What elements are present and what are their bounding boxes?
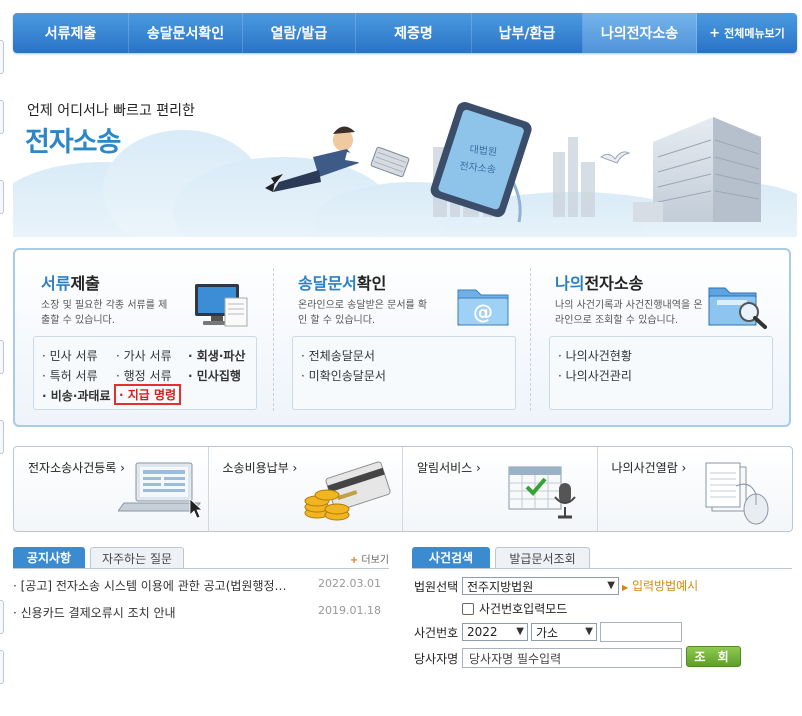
link-non-contentious-fines[interactable]: · 비송·과태료	[42, 387, 111, 404]
service-desc-documents: 소장 및 필요한 각종 서류를 제출할 수 있습니다.	[41, 300, 168, 326]
svg-text:@: @	[473, 300, 493, 324]
service-column-documents: 서류제출 소장 및 필요한 각종 서류를 제출할 수 있습니다. · 민사 서류…	[15, 250, 273, 425]
nav-certificates[interactable]: 제증명	[356, 13, 472, 53]
left-side-rail	[0, 0, 5, 716]
left-rail-tab[interactable]	[0, 180, 4, 214]
quick-label: 소송비용납부 ›	[222, 461, 298, 475]
nav-view-issue[interactable]: 열람/발급	[243, 13, 356, 53]
plus-icon: +	[709, 25, 721, 41]
tab-notices[interactable]: 공지사항	[13, 547, 85, 568]
monitor-document-icon	[195, 284, 248, 327]
calendar-microphone-icon	[508, 466, 576, 519]
court-select-label: 법원선택	[414, 580, 459, 594]
case-number-label: 사건번호	[414, 626, 459, 640]
left-rail-tab[interactable]	[0, 420, 4, 454]
main-navigation: 서류제출 송달문서확인 열람/발급 제증명 납부/환급 나의전자소송 + 전체메…	[13, 13, 797, 53]
quick-litigation-cost-payment[interactable]: 소송비용납부 ›	[209, 447, 403, 531]
hero-illustration: 대법원 전자소송	[13, 102, 797, 237]
hero-title: 전자소송	[25, 127, 121, 158]
link-my-case-management[interactable]: · 나의사건관리	[558, 367, 632, 384]
link-civil-documents[interactable]: · 민사 서류	[42, 347, 98, 364]
tab-underline	[13, 568, 389, 569]
search-button[interactable]: 조 회	[686, 646, 741, 667]
link-patent-documents[interactable]: · 특허 서류	[42, 367, 98, 384]
tab-case-search[interactable]: 사건검색	[412, 547, 490, 568]
tab-faq[interactable]: 자주하는 질문	[90, 547, 184, 568]
party-name-input[interactable]: 당사자명 필수입력	[462, 648, 682, 668]
link-rehabilitation-bankruptcy[interactable]: · 회생·파산	[188, 347, 245, 364]
plus-icon: +	[349, 555, 359, 566]
quick-case-registration[interactable]: 전자소송사건등록 ›	[14, 447, 209, 531]
quick-label: 알림서비스 ›	[417, 461, 481, 475]
service-desc-service-check: 온라인으로 송달받은 문서를 확인 할 수 있습니다.	[298, 300, 428, 326]
triangle-right-icon: ▶	[622, 583, 629, 592]
nav-document-submission[interactable]: 서류제출	[13, 13, 129, 53]
case-type-select[interactable]: 가소 ▼	[531, 623, 597, 641]
more-link[interactable]: + 더보기	[350, 551, 389, 566]
notice-board: 공지사항 자주하는 질문 + 더보기 · [공고] 전자소송 시스템 이용에 관…	[13, 547, 389, 637]
service-links-my-litigation: · 나의사건현황 · 나의사건관리	[549, 336, 773, 410]
notice-title[interactable]: · [공고] 전자소송 시스템 이용에 관한 공고(법원행정…	[13, 577, 313, 594]
left-rail-tab[interactable]	[0, 340, 4, 374]
hero-subtitle: 언제 어디서나 빠르고 편리한	[27, 103, 195, 119]
tab-issued-document-lookup[interactable]: 발급문서조회	[495, 547, 590, 568]
quick-notification-service[interactable]: 알림서비스 ›	[403, 447, 598, 531]
chevron-down-icon: ▼	[585, 626, 593, 637]
hero-banner: 대법원 전자소송 언제 어디서나 빠르고 편리한 전자소송	[13, 62, 797, 237]
chevron-down-icon: ▼	[516, 626, 524, 637]
link-all-service-documents[interactable]: · 전체송달문서	[301, 347, 375, 364]
notice-date: 2019.01.18	[318, 604, 381, 617]
coins-card-icon	[304, 461, 391, 521]
case-number-mode-checkbox[interactable]	[462, 603, 474, 615]
chevron-down-icon: ▼	[607, 580, 615, 591]
service-title-documents[interactable]: 서류제출	[41, 270, 100, 294]
service-column-my-litigation: 나의전자소송 나의 사건기록과 사건진행내역을 온라인으로 조회할 수 있습니다…	[531, 250, 789, 425]
quick-my-case-view[interactable]: 나의사건열람 ›	[598, 447, 793, 531]
party-name-label: 당사자명	[414, 652, 459, 666]
case-search-panel: 사건검색 발급문서조회 법원선택 전주지방법원 ▼ ▶ 입력방법예시 사건번호입력…	[412, 547, 792, 672]
left-rail-tab[interactable]	[0, 40, 4, 74]
quick-label: 전자소송사건등록 ›	[28, 461, 125, 475]
service-links-service-check: · 전체송달문서 · 미확인송달문서	[292, 336, 516, 410]
service-links-documents: · 민사 서류 · 가사 서류 · 회생·파산 · 특허 서류 · 행정 서류 …	[33, 336, 257, 410]
nav-my-e-litigation[interactable]: 나의전자소송	[583, 13, 697, 53]
quick-label: 나의사건열람 ›	[611, 461, 687, 475]
left-rail-tab[interactable]	[0, 650, 4, 684]
folder-search-icon	[708, 287, 767, 329]
service-panel: 서류제출 소장 및 필요한 각종 서류를 제출할 수 있습니다. · 민사 서류…	[13, 248, 791, 427]
case-year-select[interactable]: 2022 ▼	[462, 623, 528, 641]
link-unconfirmed-service-documents[interactable]: · 미확인송달문서	[301, 367, 386, 384]
link-civil-execution[interactable]: · 민사집행	[188, 367, 241, 384]
email-folder-icon: @	[457, 289, 509, 326]
notice-date: 2022.03.01	[318, 577, 381, 590]
link-payment-order[interactable]: · 지급 명령	[114, 384, 182, 405]
link-family-documents[interactable]: · 가사 서류	[116, 347, 172, 364]
service-title-my-litigation[interactable]: 나의전자소송	[555, 270, 643, 294]
service-title-service-check[interactable]: 송달문서확인	[298, 270, 386, 294]
court-select[interactable]: 전주지방법원 ▼	[462, 577, 619, 595]
notice-title[interactable]: · 신용카드 결제오류시 조치 안내	[13, 604, 313, 621]
left-rail-tab[interactable]	[0, 100, 4, 134]
link-my-case-status[interactable]: · 나의사건현황	[558, 347, 632, 364]
nav-service-check[interactable]: 송달문서확인	[129, 13, 243, 53]
case-number-mode-label: 사건번호입력모드	[479, 602, 568, 616]
service-column-service-check: 송달문서확인 온라인으로 송달받은 문서를 확인 할 수 있습니다. @ · 전…	[274, 250, 530, 425]
all-menu-label: 전체메뉴보기	[724, 27, 785, 40]
all-menu-button[interactable]: + 전체메뉴보기	[697, 13, 797, 53]
laptop-cursor-icon	[118, 462, 204, 519]
quick-menu-bar: 전자소송사건등록 › 소송비용납부 › 알림서비스 › 나의사건열람 ›	[13, 446, 793, 532]
service-desc-my-litigation: 나의 사건기록과 사건진행내역을 온라인으로 조회할 수 있습니다.	[555, 300, 703, 326]
link-administrative-documents[interactable]: · 행정 서류	[116, 367, 172, 384]
left-rail-tab[interactable]	[0, 600, 4, 634]
case-serial-input[interactable]	[600, 622, 682, 642]
input-example-link[interactable]: ▶ 입력방법예시	[622, 577, 698, 594]
document-mouse-icon	[705, 462, 768, 525]
nav-payment-refund[interactable]: 납부/환급	[472, 13, 583, 53]
tab-underline	[412, 568, 792, 569]
